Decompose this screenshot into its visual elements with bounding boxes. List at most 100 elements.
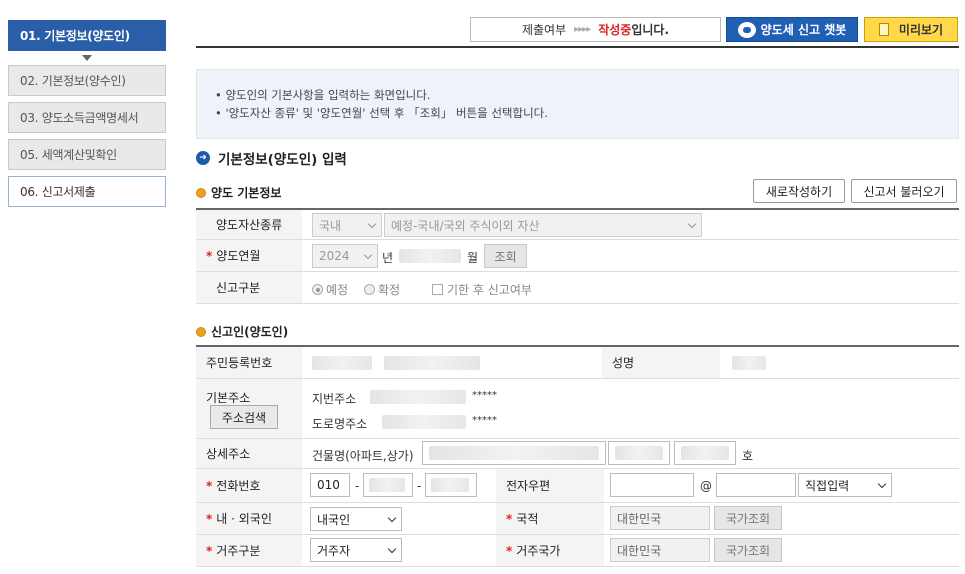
chevron-down-icon xyxy=(363,250,373,260)
guide-box: • 양도인의 기본사항을 입력하는 화면입니다. • '양도자산 종류' 및 '… xyxy=(196,69,959,139)
asset-domestic-value: 국내 xyxy=(319,218,342,233)
residence-country-label-text: 거주국가 xyxy=(516,544,561,558)
phone-label-text: 전화번호 xyxy=(216,479,261,493)
road-address-label: 도로명주소 xyxy=(312,417,368,431)
rrn-label: 주민등록번호 xyxy=(196,347,302,378)
asset-domestic-select[interactable]: 국내 xyxy=(312,213,382,237)
preview-button[interactable]: 미리보기 xyxy=(864,17,958,42)
document-icon xyxy=(878,23,889,36)
building-redacted xyxy=(429,446,599,460)
residence-row: * 거주구분 거주자 * 거주국가 대한민국 국가조회 xyxy=(196,535,959,567)
preview-button-label: 미리보기 xyxy=(898,23,944,37)
address-search-button[interactable]: 주소검색 xyxy=(210,405,278,429)
bullet-icon xyxy=(196,187,206,198)
step-basic-info-transferor[interactable]: 01. 기본정보(양도인) xyxy=(8,20,166,51)
residence-label: * 거주구분 xyxy=(196,535,302,566)
chevron-down-icon xyxy=(877,479,887,489)
radio-scheduled[interactable]: 예정 xyxy=(312,281,348,298)
residence-country-label: * 거주국가 xyxy=(496,535,604,566)
email-id-input[interactable] xyxy=(610,473,694,497)
building-input[interactable] xyxy=(422,441,606,465)
national-select[interactable]: 내국인 xyxy=(310,507,402,531)
reporter-subtitle-text: 신고인(양도인) xyxy=(211,325,289,339)
national-label: * 내 · 외국인 xyxy=(196,503,302,534)
transfer-month-row: * 양도연월 2024 년 월 조회 xyxy=(196,240,959,272)
nationality-lookup-button[interactable]: 국가조회 xyxy=(714,506,782,530)
arrow-right-icon: ➜ xyxy=(196,151,210,165)
top-bar: 제출여부 ▸▸▸▸ 작성중입니다. 양도세 신고 챗봇 미리보기 xyxy=(196,15,959,48)
month-unit: 월 xyxy=(467,251,479,265)
lookup-button[interactable]: 조회 xyxy=(484,244,527,268)
status-value: 작성중 xyxy=(598,23,632,37)
phone-middle-redacted xyxy=(369,478,405,492)
phone-row: * 전화번호 010 - - 전자우편 @ 직접입력 xyxy=(196,469,959,503)
basic-info-subtitle: 양도 기본정보 xyxy=(196,184,281,201)
residence-country-field: 대한민국 xyxy=(610,538,710,562)
bullet-icon xyxy=(196,326,206,337)
rrn-row: 주민등록번호 성명 xyxy=(196,345,959,379)
lot-address-masked: ***** xyxy=(472,390,497,401)
required-mark: * xyxy=(206,248,213,263)
step-income-statement[interactable]: 03. 양도소득금액명세서 xyxy=(8,102,166,133)
report-type-label: 신고구분 xyxy=(196,272,302,303)
required-mark: * xyxy=(206,478,213,493)
radio-confirmed[interactable]: 확정 xyxy=(364,281,400,298)
ho-input[interactable] xyxy=(674,441,736,465)
email-domain-select[interactable]: 직접입력 xyxy=(798,473,892,497)
transfer-month-label: * 양도연월 xyxy=(196,240,302,271)
name-redacted xyxy=(732,356,766,370)
radio-on-icon xyxy=(312,284,323,295)
chatbot-button-label: 양도세 신고 챗봇 xyxy=(760,23,847,37)
dong-redacted xyxy=(615,446,663,460)
load-report-button[interactable]: 신고서 불러오기 xyxy=(851,179,957,203)
national-select-value: 내국인 xyxy=(317,512,351,527)
step-label: 01. 기본정보(양도인) xyxy=(20,29,130,43)
phone-prefix-value: 010 xyxy=(317,478,340,492)
phone-label: * 전화번호 xyxy=(196,469,302,502)
step-label: 05. 세액계산및확인 xyxy=(20,148,117,162)
status-label: 제출여부 xyxy=(521,23,567,37)
step-tax-calculation[interactable]: 05. 세액계산및확인 xyxy=(8,139,166,170)
basic-info-subtitle-text: 양도 기본정보 xyxy=(211,186,282,200)
unit-suffix: 호 xyxy=(742,449,754,463)
email-label: 전자우편 xyxy=(496,469,604,502)
chatbot-button[interactable]: 양도세 신고 챗봇 xyxy=(726,17,858,42)
down-arrow-icon xyxy=(8,51,166,65)
month-field-redacted[interactable] xyxy=(399,249,461,263)
residence-select[interactable]: 거주자 xyxy=(310,538,402,562)
residence-country-lookup-button[interactable]: 국가조회 xyxy=(714,538,782,562)
road-address-masked: ***** xyxy=(472,415,497,426)
phone-prefix-input[interactable]: 010 xyxy=(310,473,350,497)
step-label: 02. 기본정보(양수인) xyxy=(20,74,126,88)
asset-kind-select[interactable]: 예정-국내/국외 주식이외 자산 xyxy=(384,213,702,237)
submission-status: 제출여부 ▸▸▸▸ 작성중입니다. xyxy=(470,17,721,42)
chevron-down-icon xyxy=(687,219,697,229)
phone-last-input[interactable] xyxy=(425,473,477,497)
phone-middle-input[interactable] xyxy=(363,473,413,497)
step-label: 03. 양도소득금액명세서 xyxy=(20,111,139,125)
required-mark: * xyxy=(206,511,213,526)
step-submit[interactable]: 06. 신고서제출 xyxy=(8,176,166,207)
national-label-text: 내 · 외국인 xyxy=(216,512,272,526)
lot-address-redacted xyxy=(370,390,466,404)
detail-address-label: 상세주소 xyxy=(196,439,302,468)
nationality-field: 대한민국 xyxy=(610,506,710,530)
residence-country-value: 대한민국 xyxy=(617,543,662,558)
new-report-button[interactable]: 새로작성하기 xyxy=(753,179,845,203)
required-mark: * xyxy=(506,543,513,558)
step-basic-info-transferee[interactable]: 02. 기본정보(양수인) xyxy=(8,65,166,96)
radio-off-icon xyxy=(364,284,375,295)
email-domain-input[interactable] xyxy=(716,473,796,497)
late-report-checkbox[interactable]: 기한 후 신고여부 xyxy=(432,281,532,298)
step-label: 06. 신고서제출 xyxy=(20,185,96,199)
dong-input[interactable] xyxy=(608,441,670,465)
email-domain-select-value: 직접입력 xyxy=(805,478,850,493)
year-select[interactable]: 2024 xyxy=(312,244,378,268)
nationality-row: * 내 · 외국인 내국인 * 국적 대한민국 국가조회 xyxy=(196,503,959,535)
chevron-down-icon xyxy=(367,219,377,229)
rrn-back-redacted xyxy=(384,356,480,370)
step-sidebar: 01. 기본정보(양도인) 02. 기본정보(양수인) 03. 양도소득금액명세… xyxy=(8,20,166,213)
residence-label-text: 거주구분 xyxy=(216,544,261,558)
phone-last-redacted xyxy=(431,478,469,492)
nationality-label: * 국적 xyxy=(496,503,604,534)
